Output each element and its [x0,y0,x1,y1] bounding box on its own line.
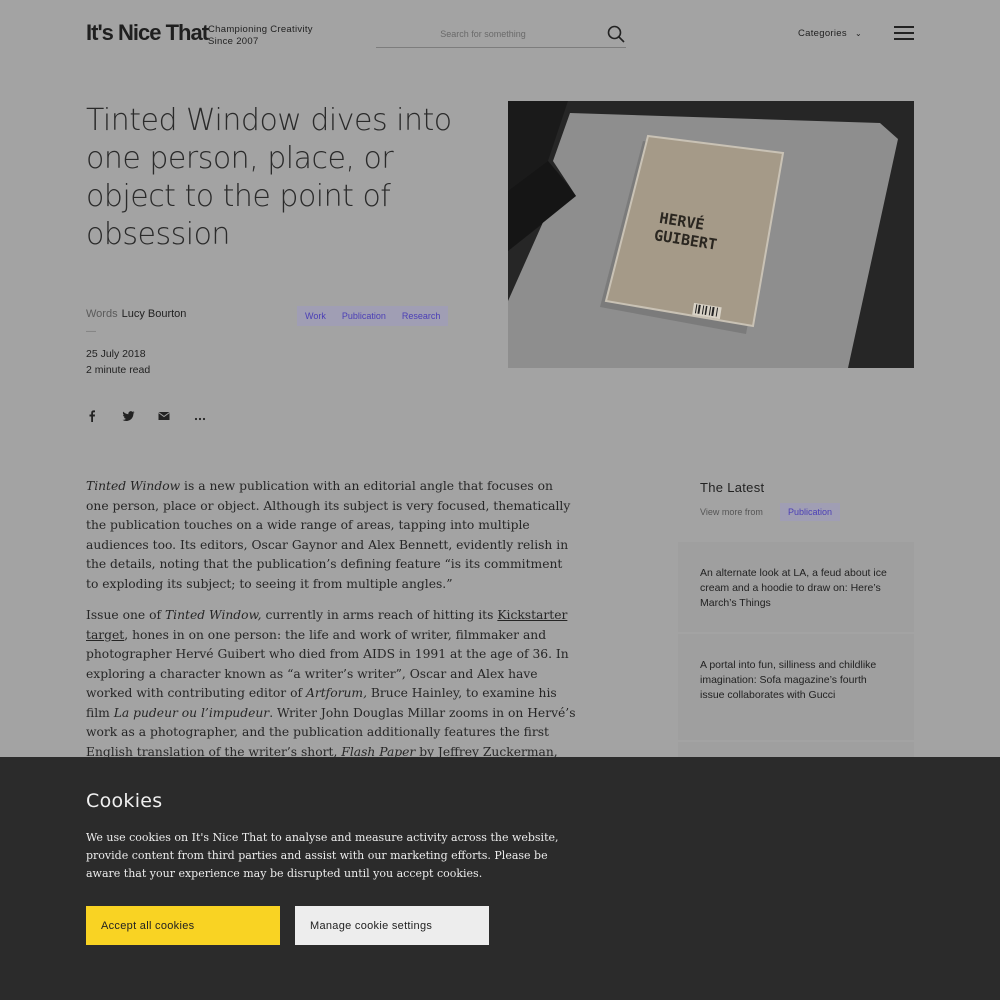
tagline-line-1: Championing Creativity [208,24,313,35]
cookie-text: We use cookies on It's Nice That to anal… [86,831,559,880]
article-meta: 25 July 2018 2 minute read [86,346,150,378]
accept-cookies-button[interactable]: Accept all cookies [86,906,280,945]
emphasis-text: La pudeur ou l’impudeur [113,705,270,720]
tag-list: Work Publication Research [297,306,449,326]
facebook-icon[interactable] [86,410,122,425]
article-paragraph-1: Tinted Window is a new publication with … [86,477,576,594]
search-input[interactable] [376,24,590,44]
tag-publication[interactable]: Publication [333,306,394,326]
tag-research[interactable]: Research [393,306,449,326]
article-body: Tinted Window is a new publication with … [86,477,576,794]
search-bar [376,20,626,48]
paragraph-text: currently in arms reach of hitting its [261,608,498,622]
site-tagline: Championing Creativity Since 2007 [208,24,313,48]
paragraph-text: is a new publication with an editorial a… [86,479,571,591]
article-title: Tinted Window dives into one person, pla… [86,103,452,252]
view-more-publication-tag[interactable]: Publication [780,503,841,521]
article-date: 25 July 2018 [86,348,146,360]
byline: Words Lucy Bourton [86,308,186,320]
tagline-line-2: Since 2007 [208,36,259,47]
manage-cookies-button[interactable]: Manage cookie settings [295,906,489,945]
words-label: Words [86,308,118,320]
latest-card[interactable]: A portal into fun, silliness and childli… [678,634,914,740]
publication-name: Tinted Window [86,479,181,493]
more-icon[interactable] [194,410,230,425]
cookie-banner: Cookies We use cookies on It's Nice That… [0,757,1000,1000]
article-paragraph-2: Issue one of Tinted Window, currently in… [86,606,576,782]
twitter-icon[interactable] [122,410,158,425]
categories-dropdown[interactable]: Categories ⌄ [798,28,862,39]
author-link[interactable]: Lucy Bourton [122,308,187,320]
emphasis-text: Artforum, [305,686,367,700]
cookie-title: Cookies [86,790,163,812]
search-icon[interactable] [606,24,626,44]
tag-work[interactable]: Work [297,306,334,326]
hamburger-menu-icon[interactable] [894,26,914,41]
site-logo[interactable]: It's Nice That [86,20,209,46]
latest-title: The Latest [700,480,765,495]
site-header: It's Nice That Championing Creativity Si… [0,0,1000,70]
email-icon[interactable] [158,410,194,425]
view-more-label: View more from [700,507,763,517]
categories-label: Categories [798,28,847,39]
emphasis-text: Tinted Window, [164,608,262,622]
read-time: 2 minute read [86,364,151,376]
paragraph-text: Issue one of [86,608,165,622]
share-bar [86,410,230,425]
byline-divider: — [86,326,96,337]
hero-image: HERVÉ GUIBERT [508,101,914,368]
chevron-down-icon: ⌄ [854,29,862,38]
latest-card[interactable]: An alternate look at LA, a feud about ic… [678,542,914,632]
